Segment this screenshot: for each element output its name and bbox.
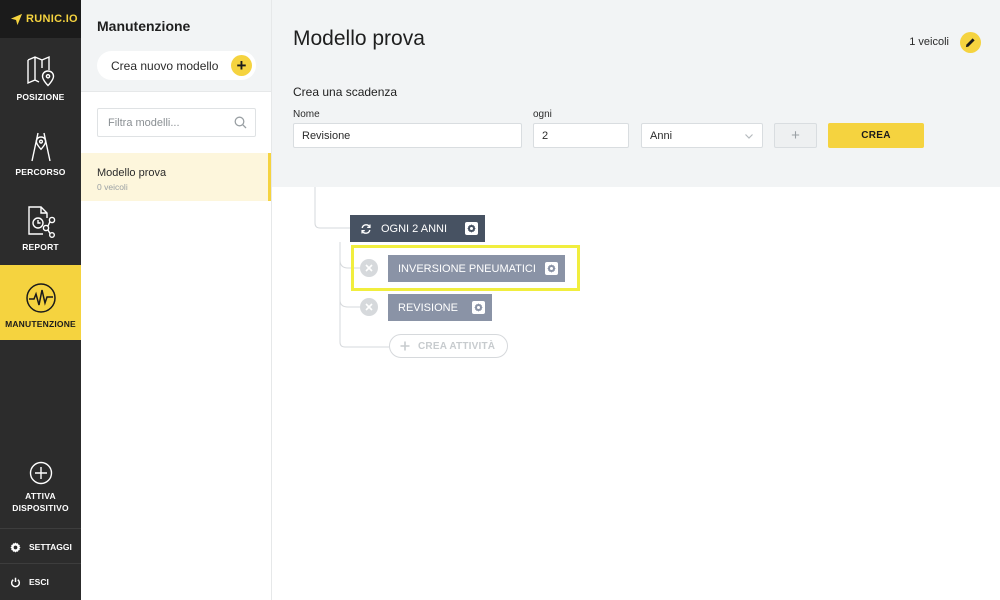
panel-title: Manutenzione: [97, 18, 191, 34]
maintenance-tree: OGNI 2 ANNI INVERSIONE PNEUMATICI REVISI…: [272, 187, 1000, 600]
task-node[interactable]: REVISIONE: [388, 294, 492, 321]
activate-device-line2: DISPOSITIVO: [12, 503, 69, 513]
filter-models-input[interactable]: [108, 116, 228, 129]
power-icon: [10, 577, 21, 587]
route-icon: [30, 132, 51, 162]
interval-node[interactable]: OGNI 2 ANNI: [350, 215, 485, 242]
name-field[interactable]: [293, 123, 522, 148]
task-label: REVISIONE: [398, 301, 458, 314]
plus-icon: [400, 341, 410, 351]
activate-device-line1: ATTIVA: [25, 491, 56, 501]
model-vehicles: 0 veicoli: [97, 182, 128, 192]
nav-divider: [0, 528, 81, 529]
nav-item-percorso[interactable]: PERCORSO: [0, 113, 81, 188]
edit-model-button[interactable]: [960, 32, 981, 53]
activate-device-button[interactable]: ATTIVA DISPOSITIVO: [0, 448, 81, 528]
every-field[interactable]: [533, 123, 629, 148]
pencil-icon: [965, 38, 975, 48]
deadline-section-title: Crea una scadenza: [293, 85, 398, 99]
nav-label-manutenzione: MANUTENZIONE: [5, 319, 76, 329]
settings-button[interactable]: SETTAGGI: [0, 536, 81, 558]
plus-icon: +: [231, 55, 252, 76]
new-model-label: Crea nuovo modello: [111, 58, 219, 73]
report-icon: [27, 206, 55, 238]
map-pin-icon: [26, 55, 54, 87]
vehicle-count: 1 veicoli: [909, 36, 949, 48]
logout-label: ESCI: [29, 577, 49, 587]
remove-task-button[interactable]: [360, 298, 378, 316]
every-input[interactable]: [534, 124, 628, 147]
close-icon: [365, 303, 373, 311]
interval-label: OGNI 2 ANNI: [381, 222, 448, 235]
add-task-button[interactable]: CREA ATTIVITÀ: [389, 334, 508, 358]
create-deadline-button[interactable]: CREA: [828, 123, 924, 148]
remove-task-button[interactable]: [360, 259, 378, 277]
gear-icon: [547, 264, 556, 273]
close-icon: [365, 264, 373, 272]
main-nav: RUNIC.IO POSIZIONE PERCORSO REPORT MANUT…: [0, 0, 81, 600]
gear-icon: [10, 541, 21, 553]
add-task-label: CREA ATTIVITÀ: [418, 340, 496, 352]
task-node[interactable]: INVERSIONE PNEUMATICI: [388, 255, 565, 282]
models-panel-header: Manutenzione Crea nuovo modello +: [81, 0, 271, 92]
nav-divider: [0, 563, 81, 564]
new-model-button[interactable]: Crea nuovo modello +: [97, 51, 256, 80]
nav-item-posizione[interactable]: POSIZIONE: [0, 38, 81, 113]
nav-label-posizione: POSIZIONE: [16, 92, 65, 102]
nav-label-percorso: PERCORSO: [15, 167, 66, 177]
add-interval-button[interactable]: +: [774, 123, 817, 148]
search-icon: [234, 116, 247, 129]
models-panel: Manutenzione Crea nuovo modello + Modell…: [81, 0, 272, 600]
name-label: Nome: [293, 109, 320, 120]
task-label: INVERSIONE PNEUMATICI: [398, 262, 536, 275]
logo-text: RUNIC.IO: [26, 13, 78, 25]
pulse-icon: [25, 283, 56, 313]
name-input[interactable]: [294, 124, 521, 147]
every-label: ogni: [533, 109, 552, 120]
paper-plane-icon: [10, 13, 23, 25]
task-settings-button[interactable]: [472, 301, 485, 314]
model-name: Modello prova: [97, 167, 167, 179]
interval-settings-button[interactable]: [465, 222, 478, 235]
chevron-down-icon: [745, 134, 753, 139]
page-title: Modello prova: [293, 27, 425, 50]
model-list-item[interactable]: Modello prova 0 veicoli: [81, 153, 271, 201]
add-circle-icon: [29, 461, 52, 485]
gear-icon: [467, 224, 476, 233]
unit-select-value: Anni: [650, 129, 673, 142]
nav-item-report[interactable]: REPORT: [0, 188, 81, 263]
unit-select[interactable]: Anni: [641, 123, 763, 148]
settings-label: SETTAGGI: [29, 542, 72, 552]
nav-item-manutenzione[interactable]: MANUTENZIONE: [0, 265, 81, 340]
model-header: Modello prova 1 veicoli Crea una scadenz…: [272, 0, 1000, 187]
repeat-icon: [361, 223, 371, 234]
logout-button[interactable]: ESCI: [0, 571, 81, 593]
gear-icon: [474, 303, 483, 312]
nav-label-report: REPORT: [22, 242, 59, 252]
filter-models-field[interactable]: [97, 108, 256, 137]
app-logo[interactable]: RUNIC.IO: [0, 0, 81, 38]
task-settings-button[interactable]: [545, 262, 558, 275]
